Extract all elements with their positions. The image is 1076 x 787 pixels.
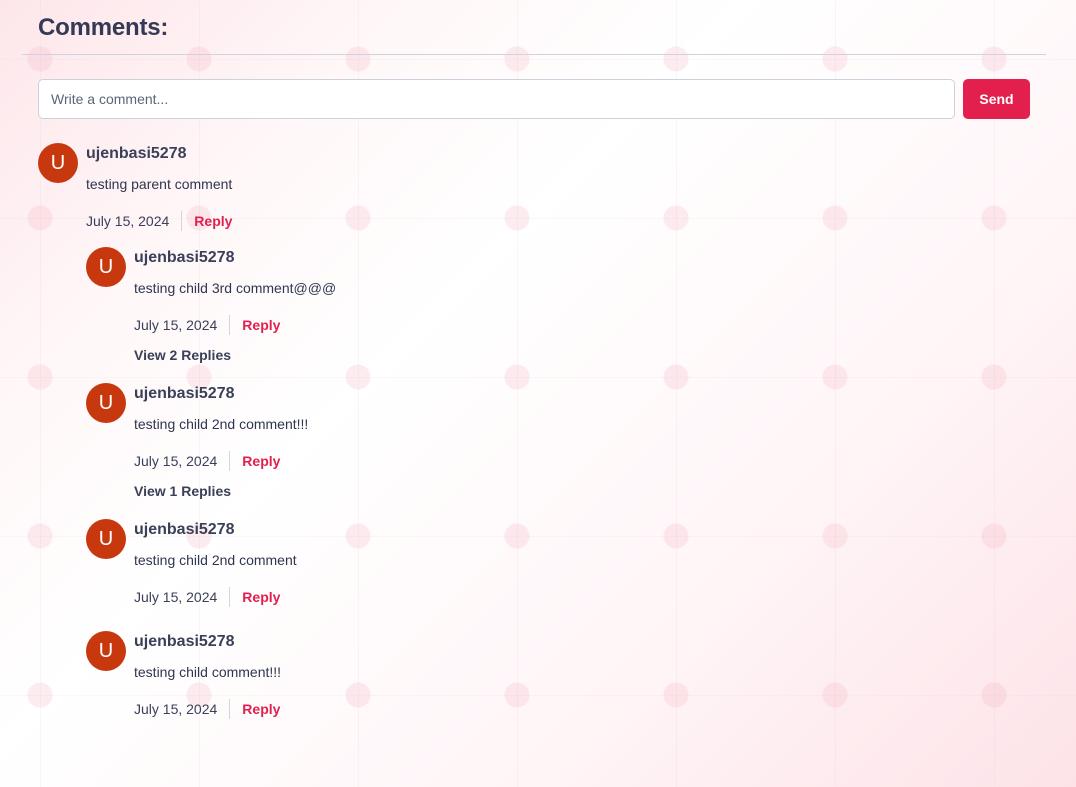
- comment-input[interactable]: [38, 79, 955, 119]
- username[interactable]: ujenbasi5278: [134, 385, 235, 403]
- comment-date: July 15, 2024: [134, 701, 218, 717]
- comment-date: July 15, 2024: [86, 213, 170, 229]
- view-replies-button[interactable]: View 1 Replies: [134, 483, 231, 499]
- comment-meta: July 15, 2024 Reply: [134, 314, 280, 336]
- comment-date: July 15, 2024: [134, 453, 218, 469]
- comment-date: July 15, 2024: [134, 589, 218, 605]
- username[interactable]: ujenbasi5278: [86, 145, 187, 163]
- meta-separator: [229, 451, 231, 471]
- meta-separator: [229, 587, 231, 607]
- avatar[interactable]: U: [86, 247, 126, 287]
- comment-meta: July 15, 2024 Reply: [134, 450, 280, 472]
- meta-separator: [229, 699, 231, 719]
- view-replies-button[interactable]: View 2 Replies: [134, 347, 231, 363]
- meta-separator: [181, 211, 183, 231]
- avatar[interactable]: U: [86, 631, 126, 671]
- avatar[interactable]: U: [86, 519, 126, 559]
- comment-meta: July 15, 2024 Reply: [134, 698, 280, 720]
- avatar[interactable]: U: [38, 143, 78, 183]
- reply-button[interactable]: Reply: [242, 453, 280, 469]
- comment-text: testing child 2nd comment: [134, 552, 297, 568]
- comment-date: July 15, 2024: [134, 317, 218, 333]
- comment-meta: July 15, 2024 Reply: [86, 210, 232, 232]
- reply-button[interactable]: Reply: [194, 213, 232, 229]
- avatar[interactable]: U: [86, 383, 126, 423]
- meta-separator: [229, 315, 231, 335]
- username[interactable]: ujenbasi5278: [134, 521, 235, 539]
- comments-section: Comments: Send U ujenbasi5278 testing pa…: [0, 0, 1076, 787]
- username[interactable]: ujenbasi5278: [134, 633, 235, 651]
- comment-meta: July 15, 2024 Reply: [134, 586, 280, 608]
- comments-heading: Comments:: [38, 14, 169, 41]
- comment-text: testing child 2nd comment!!!: [134, 416, 309, 432]
- reply-button[interactable]: Reply: [242, 589, 280, 605]
- comment-text: testing child 3rd comment@@@: [134, 280, 337, 296]
- heading-divider: [22, 54, 1046, 55]
- reply-button[interactable]: Reply: [242, 701, 280, 717]
- comment-text: testing child comment!!!: [134, 664, 282, 680]
- username[interactable]: ujenbasi5278: [134, 249, 235, 267]
- reply-button[interactable]: Reply: [242, 317, 280, 333]
- comment-text: testing parent comment: [86, 176, 233, 192]
- send-button[interactable]: Send: [963, 79, 1030, 119]
